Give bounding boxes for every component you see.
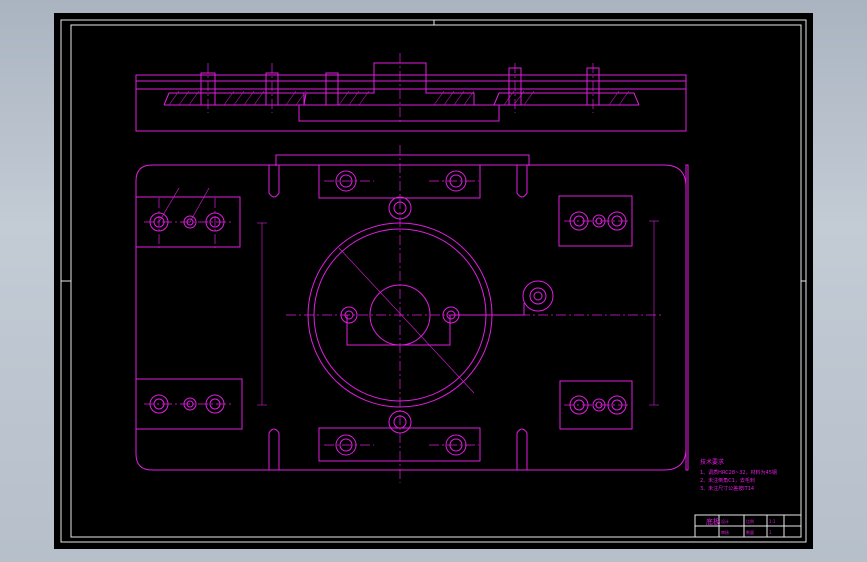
- title-cell-3: 比例: [746, 518, 754, 524]
- title-block: 底板 设计 审核 比例 1:1 数量 1: [694, 514, 802, 538]
- note-line-1: 1、调质HRC28~32，材料为45钢: [700, 469, 777, 476]
- title-cell-4: 1:1: [769, 519, 776, 524]
- title-cell-5: 数量: [746, 529, 754, 535]
- notes-heading: 技术要求: [700, 458, 724, 466]
- cad-drawing: 技术要求 1、调质HRC28~32，材料为45钢 2、未注倒角C1，去毛刺 3、…: [60, 19, 807, 543]
- note-line-2: 2、未注倒角C1，去毛刺: [700, 477, 755, 484]
- title-cell-6: 1: [769, 530, 772, 535]
- title-cell-1: 设计: [721, 518, 729, 524]
- outer-frame: [60, 19, 807, 543]
- title-cell-2: 审核: [721, 529, 729, 535]
- title-block-title: 底板: [706, 517, 720, 526]
- plan-view: [135, 145, 689, 483]
- technical-notes: 技术要求 1、调质HRC28~32，材料为45钢 2、未注倒角C1，去毛刺 3、…: [700, 458, 777, 492]
- section-view: [135, 53, 687, 132]
- note-line-3: 3、未注尺寸公差按IT14: [700, 485, 754, 492]
- cad-viewport[interactable]: 技术要求 1、调质HRC28~32，材料为45钢 2、未注倒角C1，去毛刺 3、…: [54, 13, 813, 549]
